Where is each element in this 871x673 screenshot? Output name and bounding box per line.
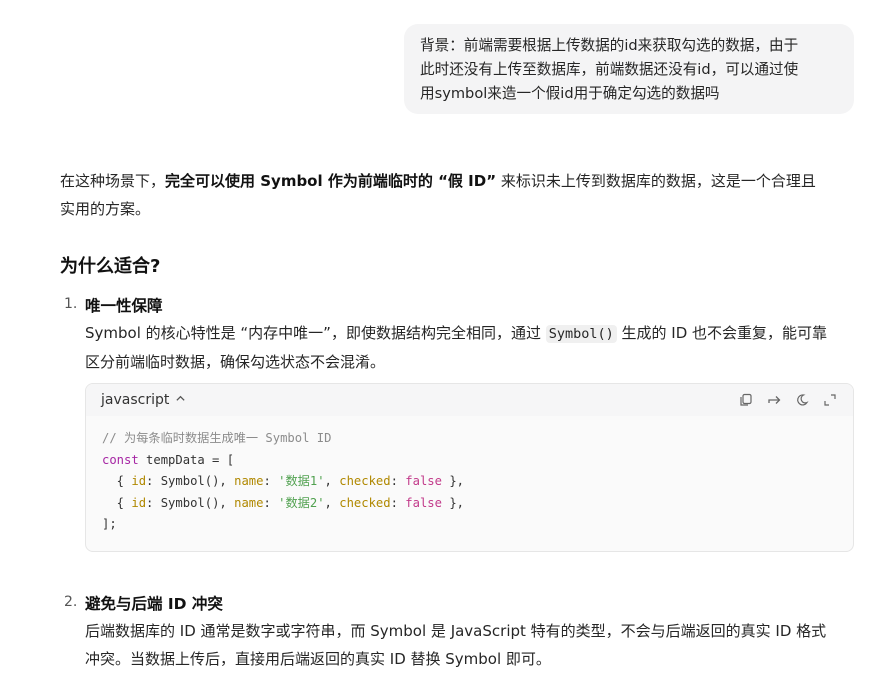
user-message-line: 背景：前端需要根据上传数据的id来获取勾选的数据，由于 <box>420 37 799 54</box>
code-bool: false <box>405 495 442 510</box>
intro-text: 在这种场景下， <box>60 172 166 190</box>
code-header: javascript <box>86 384 853 416</box>
section-heading: 为什么适合? <box>60 256 161 277</box>
item-body-text: 冲突。当数据上传后，直接用后端返回的真实 ID 替换 Symbol 即可。 <box>85 650 551 668</box>
code-comment: // 为每条临时数据生成唯一 Symbol ID <box>102 431 332 445</box>
code-prop: name <box>234 474 264 488</box>
code-prop: id <box>131 495 147 510</box>
intro-text: 实用的方案。 <box>60 200 151 218</box>
code-language: javascript <box>101 392 170 408</box>
language-toggle[interactable]: javascript <box>101 392 186 408</box>
code-prop: id <box>131 474 147 488</box>
code-string: '数据1' <box>278 474 325 488</box>
item-body-text: Symbol 的核心特性是 “内存中唯一”，即使数据结构完全相同，通过 <box>85 324 546 342</box>
code-body[interactable]: // 为每条临时数据生成唯一 Symbol ID const tempData … <box>86 416 853 548</box>
item-body-text: 生成的 ID 也不会重复，能可靠 <box>616 324 828 342</box>
code-bool: false <box>405 474 442 488</box>
code-prop: name <box>234 495 264 510</box>
intro-bold: 完全可以使用 Symbol 作为前端临时的 “假 ID” <box>165 172 497 190</box>
code-text: , <box>324 495 340 510</box>
code-text: }, <box>441 495 464 510</box>
chevron-up-icon <box>175 392 186 408</box>
code-text: : <box>390 474 406 488</box>
code-text: : Symbol(), <box>146 495 235 510</box>
code-text: , <box>324 474 340 488</box>
code-text: : <box>390 495 406 510</box>
item-body: Symbol 的核心特性是 “内存中唯一”，即使数据结构完全相同，通过 Symb… <box>85 319 870 376</box>
item-body-text: 区分前端临时数据，确保勾选状态不会混淆。 <box>85 353 386 371</box>
list-number: 1. <box>64 296 78 312</box>
code-keyword: const <box>102 452 139 467</box>
user-message-line: 用symbol来造一个假id用于确定勾选的数据吗 <box>420 85 720 102</box>
code-string: '数据2' <box>278 495 325 510</box>
item-body-text: 后端数据库的 ID 通常是数字或字符串，而 Symbol 是 JavaScrip… <box>85 622 827 640</box>
copy-icon[interactable] <box>737 391 755 409</box>
user-message-line: 此时还没有上传至数据库，前端数据还没有id，可以通过使 <box>420 61 799 78</box>
theme-icon[interactable] <box>793 391 811 409</box>
list-number: 2. <box>64 594 78 610</box>
code-text: { <box>102 474 132 488</box>
code-text: : <box>263 495 279 510</box>
code-text: tempData = [ <box>138 452 235 467</box>
intro-text: 来标识未上传到数据库的数据，这是一个合理且 <box>496 172 816 190</box>
item-title: 唯一性保障 <box>85 297 163 315</box>
code-text: ]; <box>102 517 117 531</box>
code-prop: checked <box>339 495 391 510</box>
item-body: 后端数据库的 ID 通常是数字或字符串，而 Symbol 是 JavaScrip… <box>85 617 870 673</box>
code-text: { <box>102 495 132 510</box>
inline-code: Symbol() <box>545 325 617 343</box>
expand-icon[interactable] <box>821 391 839 409</box>
answer-intro: 在这种场景下，完全可以使用 Symbol 作为前端临时的 “假 ID” 来标识未… <box>60 167 860 223</box>
item-title: 避免与后端 ID 冲突 <box>85 595 223 613</box>
code-text: : <box>263 474 279 488</box>
code-prop: checked <box>339 474 391 488</box>
code-block: javascript // 为每条临时数据生成唯一 Symbol ID cons… <box>85 383 854 552</box>
code-text: : Symbol(), <box>146 474 235 488</box>
user-message-bubble: 背景：前端需要根据上传数据的id来获取勾选的数据，由于 此时还没有上传至数据库，… <box>404 24 854 114</box>
code-text: }, <box>441 474 464 488</box>
wrap-icon[interactable] <box>765 391 783 409</box>
